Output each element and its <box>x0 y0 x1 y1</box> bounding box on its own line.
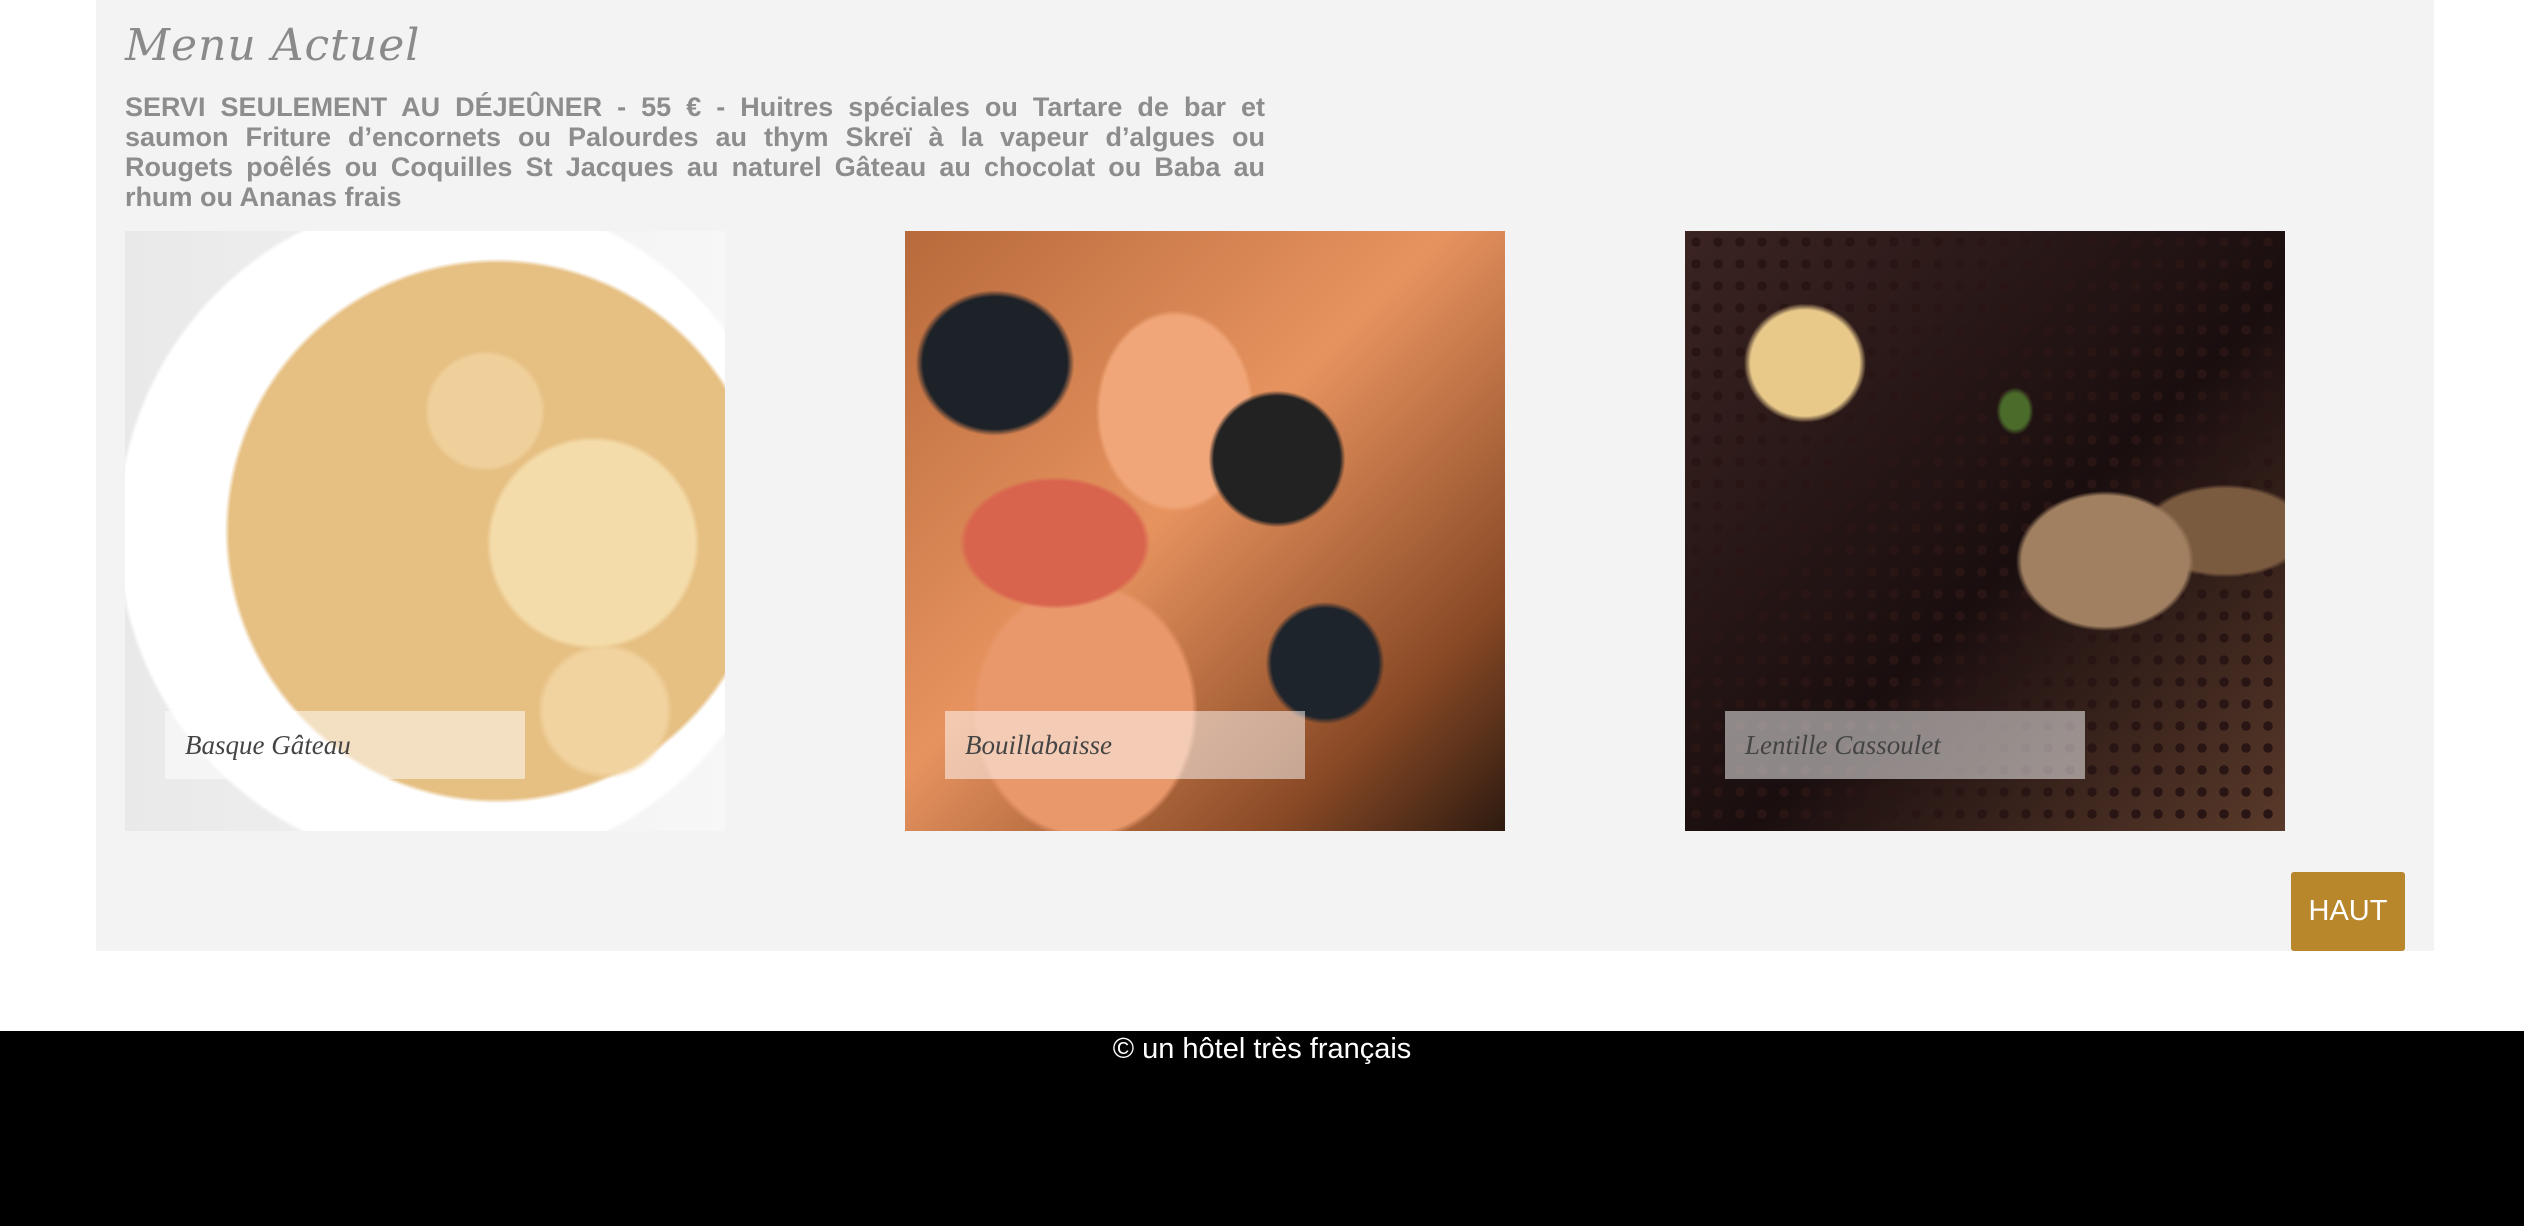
dish-card-bouillabaisse[interactable]: Bouillabaisse <box>905 231 1505 831</box>
dish-caption: Lentille Cassoulet <box>1745 729 1941 760</box>
footer-copyright: © un hôtel très français <box>1112 1033 1412 1065</box>
dish-card-lentille-cassoulet[interactable]: Lentille Cassoulet <box>1685 231 2285 831</box>
dish-caption: Basque Gâteau <box>185 729 351 760</box>
dish-caption-box: Basque Gâteau <box>165 711 525 779</box>
dish-caption: Bouillabaisse <box>965 729 1112 760</box>
dish-caption-box: Bouillabaisse <box>945 711 1305 779</box>
menu-title: Menu Actuel <box>125 20 421 71</box>
dish-caption-box: Lentille Cassoulet <box>1725 711 2085 779</box>
dish-card-basque-gateau[interactable]: Basque Gâteau <box>125 231 725 831</box>
back-to-top-button[interactable]: HAUT <box>2291 872 2405 951</box>
menu-description: SERVI SEULEMENT AU DÉJEÛNER - 55 € - Hui… <box>125 92 1265 212</box>
